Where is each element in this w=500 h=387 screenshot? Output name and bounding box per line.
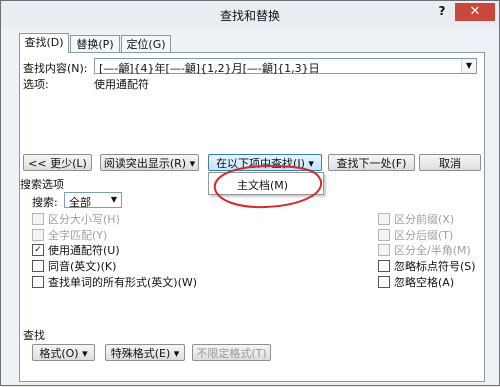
special-button[interactable]: 特殊格式(E) ▾ xyxy=(105,344,185,361)
checkbox-box xyxy=(378,229,390,241)
sounds-like-checkbox[interactable]: 同音(英文)(K) xyxy=(32,258,116,273)
close-button[interactable]: ✕ xyxy=(455,3,495,21)
checkbox-box xyxy=(32,260,44,272)
less-button[interactable]: << 更少(L) xyxy=(23,154,92,171)
find-in-menu: 主文档(M) xyxy=(208,172,324,195)
search-direction-value: 全部 xyxy=(69,196,91,209)
find-what-label: 查找内容(N): xyxy=(23,62,88,75)
find-in-button[interactable]: 在以下项中查找(I) ▾ xyxy=(208,154,322,171)
checkbox-box xyxy=(378,213,390,225)
find-what-value: [—-龥]{4}年[—-龥]{1,2}月[—-龥]{1,3}日 xyxy=(99,62,320,75)
format-button[interactable]: 格式(O) ▾ xyxy=(32,344,95,361)
tab-find[interactable]: 查找(D) xyxy=(19,33,69,53)
chevron-down-icon[interactable]: ▼ xyxy=(461,59,476,73)
tab-replace[interactable]: 替换(P) xyxy=(70,35,120,53)
checkbox-box xyxy=(32,276,44,288)
checkbox-box xyxy=(32,229,44,241)
match-prefix-checkbox[interactable]: 区分前缀(X) xyxy=(378,211,454,226)
whole-word-checkbox[interactable]: 全字匹配(Y) xyxy=(32,227,107,242)
checkbox-box xyxy=(32,213,44,225)
menu-item-main-document[interactable]: 主文档(M) xyxy=(237,177,288,193)
find-what-input[interactable]: [—-龥]{4}年[—-龥]{1,2}月[—-龥]{1,3}日 ▼ xyxy=(94,58,477,75)
options-label: 选项: xyxy=(23,78,49,91)
checkbox-box xyxy=(378,260,390,272)
help-button[interactable]: ? xyxy=(435,4,449,20)
find-footer-heading: 查找 xyxy=(23,329,45,342)
dialog-title: 查找和替换 xyxy=(219,9,280,23)
reading-highlight-button[interactable]: 阅读突出显示(R) ▾ xyxy=(100,154,199,171)
use-wildcards-checkbox[interactable]: ✓ 使用通配符(U) xyxy=(32,242,120,257)
ignore-punctuation-checkbox[interactable]: 忽略标点符号(S) xyxy=(378,258,476,273)
checkbox-box xyxy=(378,244,390,256)
all-word-forms-checkbox[interactable]: 查找单词的所有形式(英文)(W) xyxy=(32,274,197,289)
ignore-space-checkbox[interactable]: 忽略空格(A) xyxy=(378,274,454,289)
search-direction-select[interactable]: 全部 ▼ xyxy=(64,192,122,209)
checkbox-box xyxy=(378,276,390,288)
find-next-button[interactable]: 查找下一处(F) xyxy=(328,154,415,171)
match-suffix-checkbox[interactable]: 区分后缀(T) xyxy=(378,227,453,242)
cancel-button[interactable]: 取消 xyxy=(419,154,481,171)
chevron-down-icon: ▼ xyxy=(110,195,118,204)
title-bar: 查找和替换 ? ✕ xyxy=(1,1,499,27)
no-formatting-button[interactable]: 不限定格式(T) xyxy=(192,344,271,361)
check-icon: ✓ xyxy=(32,244,44,256)
options-value: 使用通配符 xyxy=(94,78,149,91)
tab-goto[interactable]: 定位(G) xyxy=(121,35,171,53)
find-replace-dialog: 查找和替换 ? ✕ 查找(D) 替换(P) 定位(G) 查找内容(N): [—-… xyxy=(0,0,500,386)
search-options-heading: 搜索选项 xyxy=(20,178,64,191)
match-case-checkbox[interactable]: 区分大小写(H) xyxy=(32,211,120,226)
match-width-checkbox[interactable]: 区分全/半角(M) xyxy=(378,242,471,257)
search-direction-label: 搜索: xyxy=(32,196,58,209)
